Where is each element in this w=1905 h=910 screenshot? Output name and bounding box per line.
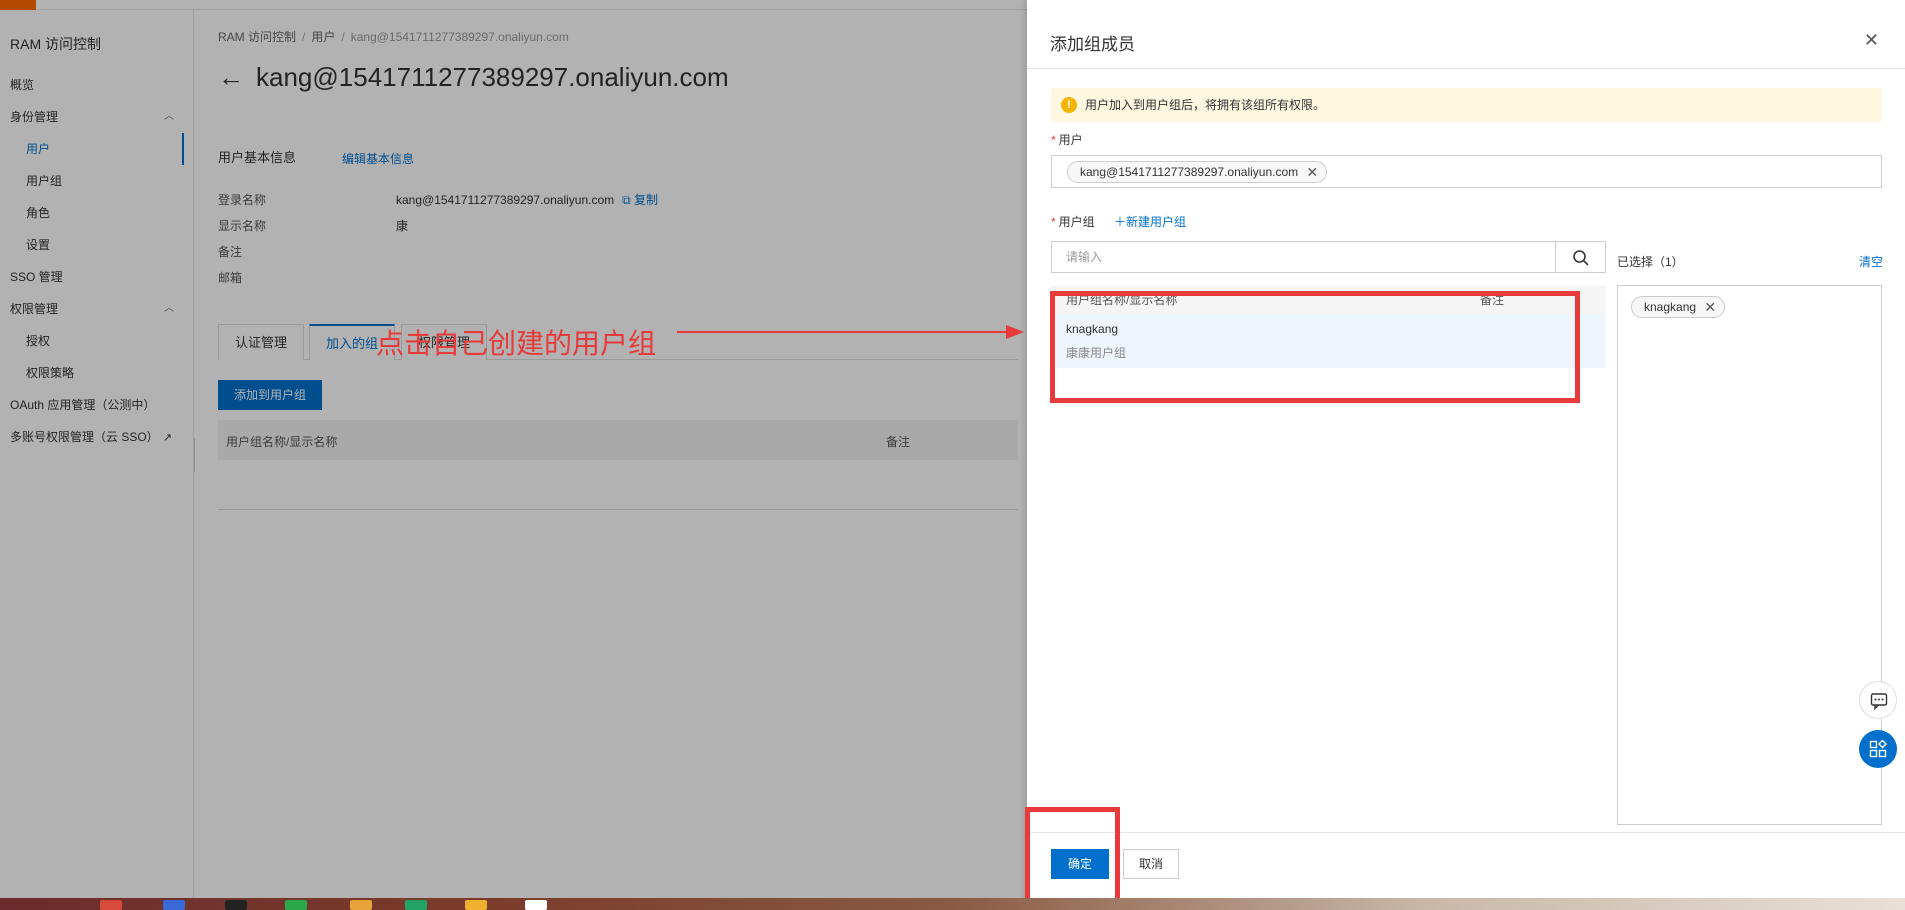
user-tag: kang@1541711277389297.onaliyun.com ✕ [1067,161,1328,183]
taskbar-app-icon[interactable] [465,900,487,910]
group-field-label: * 用户组 [1051,215,1095,229]
selected-tag: knagkang ✕ [1631,296,1726,318]
annotation-arrow-head [1006,325,1024,339]
chat-icon [1870,693,1888,710]
notice-banner: ! 用户加入到用户组后，将拥有该组所有权限。 [1051,88,1882,122]
annotation-arrow [677,325,1024,339]
taskbar-app-icon[interactable] [525,900,547,910]
os-taskbar [0,898,1905,910]
search-icon [1573,250,1589,266]
drawer-title: 添加组成员 [1050,35,1135,54]
label-text: 用户 [1058,133,1083,147]
new-group-link[interactable]: ＋新建用户组 [1114,213,1186,230]
taskbar-app-icon[interactable] [285,900,307,910]
divider [1027,68,1905,69]
warning-icon: ! [1061,97,1077,113]
apps-button[interactable] [1859,730,1897,768]
cancel-button[interactable]: 取消 [1123,849,1180,879]
group-search-input[interactable] [1052,242,1555,272]
apps-grid-icon [1869,740,1887,758]
user-select-box[interactable]: kang@1541711277389297.onaliyun.com ✕ [1051,155,1882,188]
group-search-field [1051,241,1556,273]
search-button[interactable] [1556,241,1606,273]
taskbar-app-icon[interactable] [100,900,122,910]
taskbar-app-icon[interactable] [163,900,185,910]
close-icon[interactable]: ✕ [1864,30,1879,51]
close-icon[interactable]: ✕ [1306,162,1318,182]
annotation-highlight-box [1050,291,1580,403]
notice-text: 用户加入到用户组后，将拥有该组所有权限。 [1085,98,1326,112]
tag-text: knagkang [1644,300,1697,314]
user-field-label: * 用户 [1051,133,1083,147]
annotation-text: 点击自己创建的用户组 [376,328,657,359]
new-group-label: 新建用户组 [1126,215,1187,229]
label-text: 用户组 [1058,215,1095,229]
divider [1027,832,1905,833]
tag-text: kang@1541711277389297.onaliyun.com [1080,165,1299,179]
feedback-button[interactable] [1859,681,1897,719]
taskbar-app-icon[interactable] [350,900,372,910]
annotation-highlight-box [1025,807,1120,903]
taskbar-app-icon[interactable] [225,900,247,910]
add-member-drawer: 添加组成员 ✕ ! 用户加入到用户组后，将拥有该组所有权限。 * 用户 kang@… [1027,0,1905,910]
selected-list: knagkang ✕ [1617,285,1882,825]
taskbar-app-icon[interactable] [405,900,427,910]
close-icon[interactable]: ✕ [1704,297,1716,317]
selected-count: 已选择（1） [1617,255,1684,269]
plus-icon: ＋ [1114,215,1127,229]
clear-button[interactable]: 清空 [1859,253,1883,270]
